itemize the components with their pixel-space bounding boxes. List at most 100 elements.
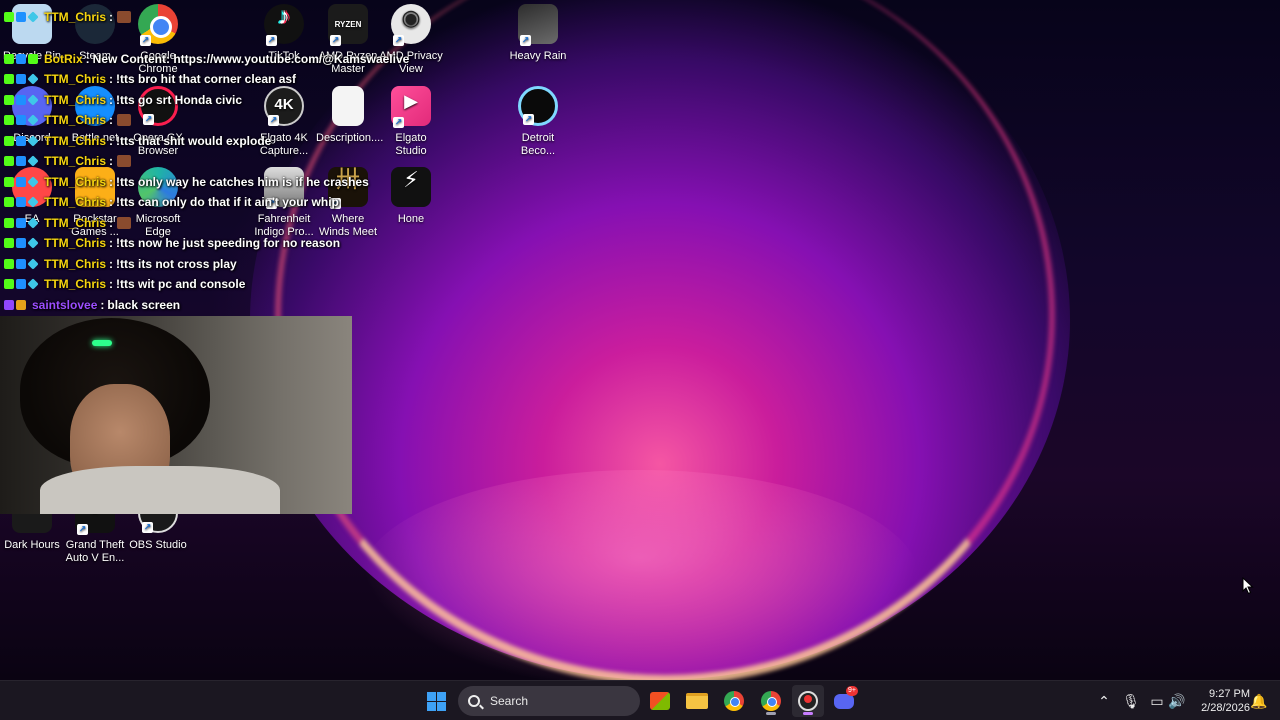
kick-badge-icon — [4, 156, 14, 166]
start-button[interactable] — [420, 685, 452, 717]
running-indicator — [766, 712, 776, 715]
moderator-badge-icon — [16, 156, 26, 166]
shortcut-arrow-icon: ↗ — [393, 117, 404, 128]
subscriber-badge-icon — [27, 155, 39, 167]
kick-badge-icon — [4, 218, 14, 228]
subscriber-badge-icon — [27, 258, 39, 270]
chat-separator: : — [109, 236, 114, 250]
chat-message: TTM_Chris: !tts can only do that if it ai… — [4, 193, 339, 211]
chat-separator: : — [109, 10, 114, 24]
heavy-rain-icon: ↗ — [518, 4, 558, 46]
taskbar-search[interactable]: Search — [458, 686, 640, 716]
moderator-badge-icon — [16, 12, 26, 22]
recording-dot-icon — [804, 695, 812, 703]
chat-separator: : — [109, 257, 114, 271]
chrome-profile-icon — [761, 691, 781, 711]
chat-message: TTM_Chris: !tts bro hit that corner clean… — [4, 70, 296, 88]
desktop-icon-label: Grand Theft Auto V En... — [65, 539, 125, 564]
chat-message: TTM_Chris: !tts only way he catches him i… — [4, 173, 369, 191]
desktop-icon-description[interactable]: Description.... — [316, 82, 383, 145]
subscriber-badge-icon — [27, 278, 39, 290]
taskbar-app-chrome[interactable] — [718, 685, 750, 717]
tray-overflow-chevron-icon[interactable]: ⌃ — [1094, 681, 1114, 720]
chat-username: saintslovee — [32, 298, 98, 312]
taskbar-app-file-explorer[interactable] — [681, 685, 713, 717]
chat-separator: : — [109, 175, 114, 189]
taskbar-app-obs[interactable] — [792, 685, 824, 717]
search-icon — [468, 695, 480, 707]
subscriber-badge-icon — [27, 176, 39, 188]
chat-message: TTM_Chris: !tts that shit would explode — [4, 132, 271, 150]
subscriber-badge-icon — [27, 237, 39, 249]
chat-username: TTM_Chris — [44, 236, 107, 250]
shortcut-arrow-icon: ↗ — [520, 35, 531, 46]
shortcut-arrow-icon: ↗ — [268, 115, 279, 126]
windows-logo-icon — [426, 691, 446, 711]
kick-badge-icon — [4, 177, 14, 187]
chat-username: TTM_Chris — [44, 113, 107, 127]
shortcut-arrow-icon: ↗ — [330, 35, 341, 46]
active-indicator — [803, 712, 813, 715]
chat-message: TTM_Chris: !tts its not cross play — [4, 255, 237, 273]
chrome-icon: ↗ — [138, 4, 178, 46]
volume-icon[interactable]: 🔊 — [1167, 681, 1187, 720]
chat-text: !tts its not cross play — [116, 257, 237, 271]
taskbar-clock[interactable]: 9:27 PM 2/28/2026 — [1190, 687, 1250, 715]
desktop-icon-heavy-rain[interactable]: ↗ Heavy Rain — [506, 0, 570, 63]
kick-badge-icon — [4, 74, 14, 84]
desktop-icon-detroit[interactable]: ↗ Detroit Beco... — [506, 82, 570, 158]
microphone-icon[interactable]: 🎙 — [1121, 681, 1141, 720]
taskbar-app-store[interactable] — [644, 685, 676, 717]
ryzen-icon: ↗ — [328, 4, 368, 46]
chat-separator: : — [109, 195, 114, 209]
shortcut-arrow-icon: ↗ — [143, 114, 154, 125]
chat-text: !tts go srt Honda civic — [116, 93, 243, 107]
kick-badge-icon — [4, 259, 14, 269]
chat-username: TTM_Chris — [44, 72, 107, 86]
moderator-badge-icon — [16, 136, 26, 146]
chat-message: BotRix: New Content: https://www.youtube.… — [4, 50, 409, 68]
chat-username: TTM_Chris — [44, 216, 107, 230]
moderator-badge-icon — [16, 259, 26, 269]
chat-message: TTM_Chris: — [4, 8, 132, 26]
desktop-icon-elgato-studio[interactable]: ↗ Elgato Studio — [379, 82, 443, 158]
kick-badge-icon — [4, 197, 14, 207]
moderator-badge-icon — [16, 95, 26, 105]
emote-icon — [117, 155, 132, 167]
moderator-badge-icon — [16, 74, 26, 84]
taskbar-app-chrome-profile[interactable] — [755, 685, 787, 717]
chat-separator: : — [109, 72, 114, 86]
chat-message: saintslovee: black screen — [4, 296, 180, 314]
subscriber-badge-icon — [27, 135, 39, 147]
microsoft-store-icon — [650, 692, 670, 710]
chat-message: TTM_Chris: — [4, 214, 132, 232]
moderator-badge-icon — [16, 115, 26, 125]
chat-username: TTM_Chris — [44, 154, 107, 168]
chat-username: TTM_Chris — [44, 10, 107, 24]
subscriber-badge-icon — [27, 114, 39, 126]
subscriber-badge-icon — [27, 94, 39, 106]
notification-bell-icon[interactable]: 🔔 — [1250, 681, 1268, 720]
taskbar-app-discord[interactable]: 9+ — [828, 685, 860, 717]
shortcut-arrow-icon: ↗ — [140, 35, 151, 46]
search-placeholder: Search — [490, 694, 529, 708]
chat-separator: : — [85, 52, 90, 66]
kick-badge-icon — [4, 12, 14, 22]
chat-text: !tts wit pc and console — [116, 277, 246, 291]
moderator-badge-icon — [16, 177, 26, 187]
detroit-icon: ↗ — [518, 86, 558, 126]
webcam-subject-shirt — [40, 466, 280, 514]
shortcut-arrow-icon: ↗ — [266, 35, 277, 46]
chat-separator: : — [109, 134, 114, 148]
chat-separator: : — [109, 154, 114, 168]
chat-separator: : — [100, 298, 105, 312]
network-icon[interactable]: ▭ — [1147, 681, 1167, 720]
chat-separator: : — [109, 93, 114, 107]
desktop-icon-hone[interactable]: Hone — [379, 163, 443, 226]
clock-time: 9:27 PM — [1209, 688, 1250, 700]
chat-message: TTM_Chris: !tts go srt Honda civic — [4, 91, 242, 109]
notification-badge: 9+ — [846, 686, 858, 696]
moderator-badge-icon — [16, 218, 26, 228]
tiktok-icon: ↗ — [264, 4, 304, 46]
chat-username: TTM_Chris — [44, 277, 107, 291]
